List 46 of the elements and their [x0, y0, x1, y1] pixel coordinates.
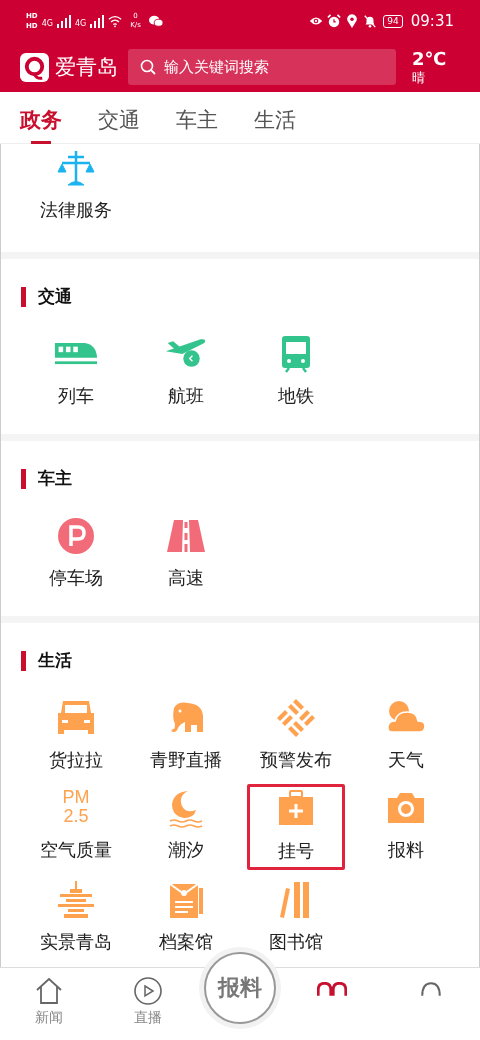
section-marker [21, 468, 26, 489]
service-item[interactable]: 预警发布 [241, 694, 351, 778]
pm25-icon: PM 2.5 [54, 788, 98, 828]
service-item[interactable]: 潮汐 [131, 784, 241, 870]
network-label: 4G [41, 19, 53, 28]
battery-indicator: 94 [383, 14, 403, 28]
alarm-icon [327, 14, 342, 28]
section-marker [21, 286, 26, 307]
service-item[interactable]: 挂号 [247, 784, 345, 870]
nav-tab[interactable]: 直播 [98, 968, 197, 1040]
category-tab[interactable]: 生活 [254, 96, 296, 143]
service-item[interactable]: 天气 [351, 694, 461, 778]
chat-bubbles-icon [148, 14, 163, 28]
app-name: 爱青岛 [55, 54, 118, 81]
service-item[interactable]: 实景青岛 [21, 876, 131, 960]
service-item[interactable]: 货拉拉 [21, 694, 131, 778]
section-marker [21, 650, 26, 671]
search-icon [140, 59, 156, 75]
section-title: 生活 [38, 649, 72, 672]
location-icon [345, 14, 360, 28]
service-item[interactable]: PM 2.5 空气质量 [21, 784, 131, 870]
bell-muted-icon [363, 14, 378, 28]
scales-icon [54, 148, 98, 188]
category-tab[interactable]: 交通 [98, 96, 140, 143]
service-item[interactable]: 报料 [351, 784, 461, 870]
section-title: 车主 [38, 467, 72, 490]
service-item[interactable]: 列车 [21, 330, 131, 414]
signal-icon [90, 14, 105, 28]
service-item[interactable]: 航班 [131, 330, 241, 414]
service-item[interactable]: 法律服务 [21, 144, 131, 228]
service-item[interactable]: 青野直播 [131, 694, 241, 778]
signal-icon [56, 14, 71, 28]
nav-tab[interactable]: 新闻 [0, 968, 99, 1040]
temperature: 2℃ [412, 47, 448, 69]
service-item[interactable]: 停车场 [21, 512, 131, 596]
section-title: 交通 [38, 285, 72, 308]
search-field[interactable]: 输入关键词搜索 [128, 49, 396, 85]
service-item[interactable]: 地铁 [241, 330, 351, 414]
app-logo-icon [20, 52, 49, 82]
service-item[interactable]: 高速 [131, 512, 241, 596]
category-tab[interactable]: 车主 [176, 96, 218, 143]
network-label: 4G [74, 19, 87, 28]
clock-time: 09:31 [410, 12, 454, 30]
wifi-icon [108, 14, 123, 28]
category-tab[interactable]: 政务 [20, 96, 62, 143]
weather-condition: 晴 [412, 68, 426, 87]
